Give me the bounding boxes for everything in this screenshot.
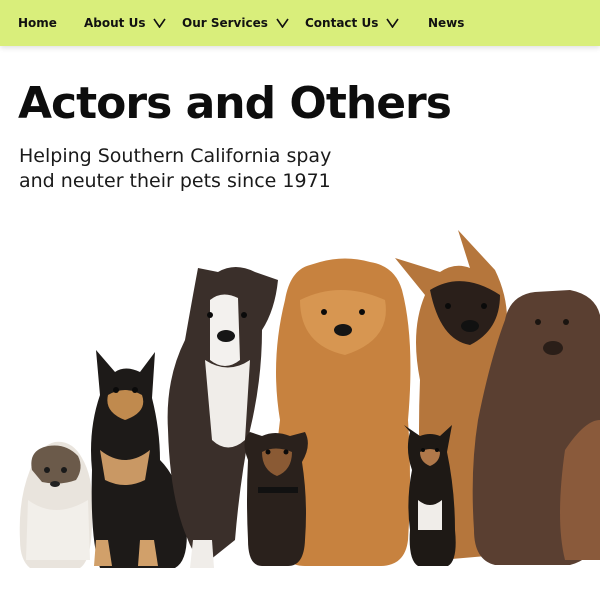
main-navigation: Home About Us Our Services Contact Us Ne… [0, 0, 600, 46]
chevron-down-icon [153, 18, 167, 28]
nav-news-link[interactable]: News [428, 0, 464, 46]
nav-about-us-dropdown[interactable]: About Us [84, 0, 167, 46]
nav-home-label: Home [18, 16, 57, 30]
subtitle-line-2: and neuter their pets since 1971 [19, 170, 331, 192]
dogs-group-photo [19, 230, 600, 568]
chevron-down-icon [276, 18, 289, 28]
nav-about-us-label: About Us [84, 16, 146, 30]
nav-home-link[interactable]: Home [18, 0, 57, 46]
chevron-down-icon [386, 18, 400, 28]
nav-our-services-label: Our Services [182, 16, 268, 30]
nav-our-services-dropdown[interactable]: Our Services [182, 0, 289, 46]
shih-tzu-dog [19, 441, 93, 568]
page-title: Actors and Others [18, 78, 452, 129]
nav-contact-us-dropdown[interactable]: Contact Us [305, 0, 400, 46]
subtitle-line-1: Helping Southern California spay [19, 145, 332, 167]
chihuahua-dog [404, 425, 456, 566]
page-subtitle: Helping Southern California spay and neu… [19, 144, 399, 194]
nav-news-label: News [428, 16, 465, 30]
nav-contact-us-label: Contact Us [305, 16, 379, 30]
dachshund-dog [244, 432, 308, 566]
